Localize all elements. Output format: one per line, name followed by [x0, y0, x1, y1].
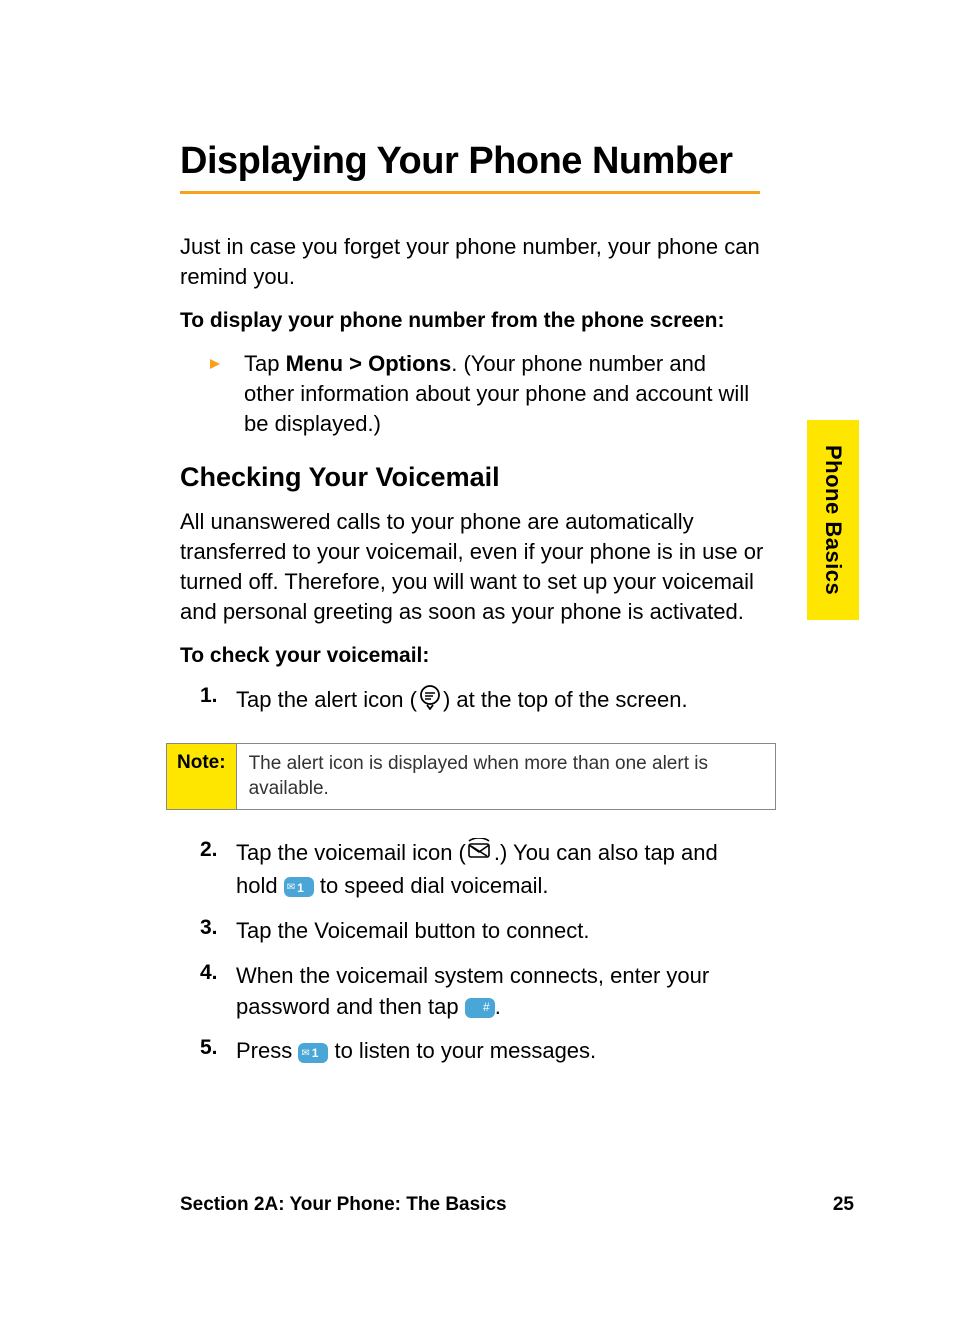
note-box: Note: The alert icon is displayed when m… — [166, 743, 776, 810]
to-check-label: To check your voicemail: — [180, 644, 760, 668]
step5-pre: Press — [236, 1038, 298, 1063]
step1-post: ) at the top of the screen. — [443, 687, 688, 712]
intro-text: Just in case you forget your phone numbe… — [180, 232, 772, 291]
key-1-sym: ✉ — [287, 882, 295, 893]
step-4-num: 4. — [200, 961, 236, 985]
voicemail-icon — [466, 838, 494, 871]
arrow-icon — [208, 357, 222, 376]
step1-pre: Tap the alert icon ( — [236, 687, 417, 712]
step-1-text: Tap the alert icon ( ) at the top of the… — [236, 684, 688, 719]
step4-post: . — [495, 994, 501, 1019]
step-5-text: Press ✉1 to listen to your messages. — [236, 1036, 596, 1067]
step-3: 3. Tap the Voicemail button to connect. — [180, 916, 760, 947]
step-5: 5. Press ✉1 to listen to your messages. — [180, 1036, 760, 1067]
step2-post: to speed dial voicemail. — [320, 873, 549, 898]
step-4-text: When the voicemail system connects, ente… — [236, 961, 760, 1023]
step-1: 1. Tap the alert icon ( ) at the top of … — [180, 684, 760, 719]
step-4: 4. When the voicemail system connects, e… — [180, 961, 760, 1023]
key-1-icon: ✉1 — [284, 877, 314, 897]
step-2-num: 2. — [200, 838, 236, 862]
step5-post: to listen to your messages. — [328, 1038, 596, 1063]
step-5-num: 5. — [200, 1036, 236, 1060]
key-1b-icon: ✉1 — [298, 1043, 328, 1063]
key-1b-num: 1 — [312, 1046, 319, 1060]
step-1-num: 1. — [200, 684, 236, 708]
step-3-num: 3. — [200, 916, 236, 940]
heading-rule — [180, 191, 760, 194]
footer: Section 2A: Your Phone: The Basics 25 — [180, 1194, 854, 1216]
note-label: Note: — [167, 744, 237, 809]
footer-section: Section 2A: Your Phone: The Basics — [180, 1194, 507, 1216]
sub-heading: Checking Your Voicemail — [180, 462, 864, 493]
voicemail-intro: All unanswered calls to your phone are a… — [180, 507, 772, 626]
alert-icon — [417, 684, 443, 719]
key-1-num: 1 — [297, 881, 304, 895]
side-tab-label: Phone Basics — [820, 445, 846, 595]
step-3-text: Tap the Voicemail button to connect. — [236, 916, 589, 947]
footer-page: 25 — [833, 1194, 854, 1216]
bullet-bold: Menu > Options — [286, 351, 452, 376]
to-display-label: To display your phone number from the ph… — [180, 309, 760, 333]
side-tab: Phone Basics — [807, 420, 859, 620]
bullet-text: Tap Menu > Options. (Your phone number a… — [244, 349, 760, 438]
step-2: 2. Tap the voicemail icon ( .) You can a… — [180, 838, 760, 902]
step2-pre: Tap the voicemail icon ( — [236, 841, 466, 866]
key-hash-num: # — [483, 1000, 490, 1014]
main-heading: Displaying Your Phone Number — [180, 140, 864, 183]
key-1b-sym: ✉ — [301, 1047, 309, 1058]
bullet-item: Tap Menu > Options. (Your phone number a… — [180, 349, 760, 438]
key-hash-icon: # — [465, 998, 495, 1018]
step-2-text: Tap the voicemail icon ( .) You can also… — [236, 838, 760, 902]
note-content: The alert icon is displayed when more th… — [237, 744, 775, 809]
bullet-pre: Tap — [244, 351, 286, 376]
